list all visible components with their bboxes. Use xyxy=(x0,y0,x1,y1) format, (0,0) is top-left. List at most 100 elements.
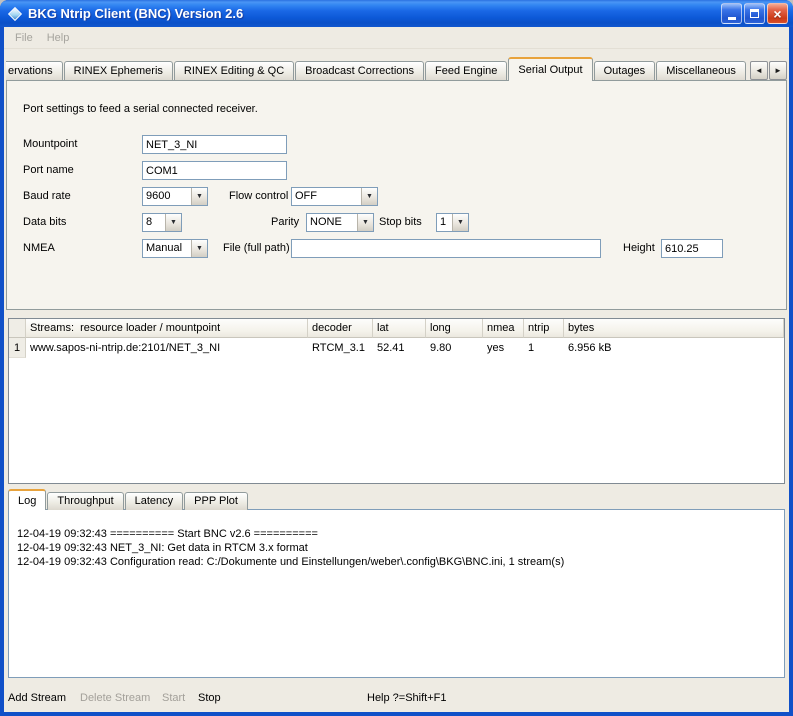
maximize-button[interactable] xyxy=(744,3,765,24)
tab-scroll-left-button[interactable]: ◄ xyxy=(750,61,768,80)
baud-rate-value: 9600 xyxy=(143,188,191,205)
close-button[interactable]: × xyxy=(767,3,788,24)
table-row[interactable]: 1 www.sapos-ni-ntrip.de:2101/NET_3_NI RT… xyxy=(9,338,784,358)
minimize-icon xyxy=(728,17,736,20)
app-icon[interactable] xyxy=(6,5,23,22)
flow-control-value: OFF xyxy=(292,188,361,205)
flow-control-dropdown-button[interactable]: ▼ xyxy=(361,188,377,205)
bnc-window: BKG Ntrip Client (BNC) Version 2.6 × Fil… xyxy=(0,0,793,716)
serial-output-page: Port settings to feed a serial connected… xyxy=(6,80,787,310)
port-name-label: Port name xyxy=(23,164,74,176)
tab-outages[interactable]: Outages xyxy=(594,61,656,81)
height-label: Height xyxy=(623,242,655,254)
row-number[interactable]: 1 xyxy=(9,338,26,358)
tab-miscellaneous[interactable]: Miscellaneous xyxy=(656,61,746,81)
menu-file[interactable]: File xyxy=(8,29,40,47)
footer: Add Stream Delete Stream Start Stop Help… xyxy=(8,685,785,712)
tab-scroll-buttons: ◄ ► xyxy=(749,61,787,80)
chevron-down-icon: ▼ xyxy=(366,193,373,200)
data-bits-select[interactable]: 8 ▼ xyxy=(142,213,182,232)
minimize-button[interactable] xyxy=(721,3,742,24)
parity-label: Parity xyxy=(271,216,299,228)
cell-bytes: 6.956 kB xyxy=(564,338,784,358)
baud-rate-label: Baud rate xyxy=(23,190,71,202)
log-line: 12-04-19 09:32:43 ========== Start BNC v… xyxy=(17,527,778,541)
arrow-left-icon: ◄ xyxy=(755,66,763,75)
height-input[interactable] xyxy=(661,239,723,258)
tab-throughput[interactable]: Throughput xyxy=(47,492,123,510)
port-name-input[interactable] xyxy=(142,161,287,180)
tab-feed-engine[interactable]: Feed Engine xyxy=(425,61,507,81)
tab-scroll-right-button[interactable]: ► xyxy=(769,61,787,80)
start-button: Start xyxy=(162,692,185,704)
parity-select[interactable]: NONE ▼ xyxy=(306,213,374,232)
file-path-input[interactable] xyxy=(291,239,601,258)
flow-control-label: Flow control xyxy=(229,190,288,202)
column-header-mountpoint[interactable]: Streams: resource loader / mountpoint xyxy=(26,319,308,338)
chevron-down-icon: ▼ xyxy=(362,219,369,226)
tab-ppp-plot[interactable]: PPP Plot xyxy=(184,492,248,510)
cell-long: 9.80 xyxy=(426,338,483,358)
main-tab-bar: ervations RINEX Ephemeris RINEX Editing … xyxy=(6,57,787,81)
streams-table: Streams: resource loader / mountpoint de… xyxy=(8,318,785,484)
stop-button[interactable]: Stop xyxy=(198,692,221,704)
cell-lat: 52.41 xyxy=(373,338,426,358)
tab-broadcast-corrections[interactable]: Broadcast Corrections xyxy=(295,61,424,81)
column-header-decoder[interactable]: decoder xyxy=(308,319,373,338)
data-bits-dropdown-button[interactable]: ▼ xyxy=(165,214,181,231)
data-bits-label: Data bits xyxy=(23,216,66,228)
stop-bits-label: Stop bits xyxy=(379,216,422,228)
parity-value: NONE xyxy=(307,214,357,231)
window-title: BKG Ntrip Client (BNC) Version 2.6 xyxy=(28,6,719,21)
stop-bits-dropdown-button[interactable]: ▼ xyxy=(452,214,468,231)
streams-table-header: Streams: resource loader / mountpoint de… xyxy=(9,319,784,338)
nmea-select[interactable]: Manual ▼ xyxy=(142,239,208,258)
menu-help[interactable]: Help xyxy=(40,29,77,47)
baud-rate-select[interactable]: 9600 ▼ xyxy=(142,187,208,206)
bottom-tab-bar: Log Throughput Latency PPP Plot xyxy=(8,489,249,510)
baud-rate-dropdown-button[interactable]: ▼ xyxy=(191,188,207,205)
maximize-icon xyxy=(750,9,759,18)
nmea-dropdown-button[interactable]: ▼ xyxy=(191,240,207,257)
file-path-label: File (full path) xyxy=(223,242,290,254)
parity-dropdown-button[interactable]: ▼ xyxy=(357,214,373,231)
chevron-down-icon: ▼ xyxy=(196,245,203,252)
mountpoint-input[interactable] xyxy=(142,135,287,154)
cell-nmea: yes xyxy=(483,338,524,358)
close-icon: × xyxy=(773,7,781,21)
column-header-long[interactable]: long xyxy=(426,319,483,338)
page-description: Port settings to feed a serial connected… xyxy=(23,103,258,115)
delete-stream-button: Delete Stream xyxy=(80,692,150,704)
flow-control-select[interactable]: OFF ▼ xyxy=(291,187,378,206)
column-header-lat[interactable]: lat xyxy=(373,319,426,338)
cell-ntrip: 1 xyxy=(524,338,564,358)
column-header-nmea[interactable]: nmea xyxy=(483,319,524,338)
tab-log[interactable]: Log xyxy=(8,489,46,510)
chevron-down-icon: ▼ xyxy=(170,219,177,226)
tab-observations[interactable]: ervations xyxy=(6,61,63,81)
tab-rinex-ephemeris[interactable]: RINEX Ephemeris xyxy=(64,61,173,81)
tab-latency[interactable]: Latency xyxy=(125,492,184,510)
stop-bits-value: 1 xyxy=(437,214,452,231)
tab-serial-output[interactable]: Serial Output xyxy=(508,57,592,81)
column-header-ntrip[interactable]: ntrip xyxy=(524,319,564,338)
add-stream-button[interactable]: Add Stream xyxy=(8,692,66,704)
window-body: File Help ervations RINEX Ephemeris RINE… xyxy=(4,27,789,712)
nmea-value: Manual xyxy=(143,240,191,257)
table-corner xyxy=(9,319,26,338)
stop-bits-select[interactable]: 1 ▼ xyxy=(436,213,469,232)
nmea-label: NMEA xyxy=(23,242,55,254)
chevron-down-icon: ▼ xyxy=(196,193,203,200)
chevron-down-icon: ▼ xyxy=(457,219,464,226)
column-header-bytes[interactable]: bytes xyxy=(564,319,784,338)
log-line: 12-04-19 09:32:43 NET_3_NI: Get data in … xyxy=(17,541,778,555)
log-panel[interactable]: 12-04-19 09:32:43 ========== Start BNC v… xyxy=(8,509,785,678)
bnc-logo-icon xyxy=(7,6,21,20)
tab-rinex-editing-qc[interactable]: RINEX Editing & QC xyxy=(174,61,294,81)
cell-mountpoint: www.sapos-ni-ntrip.de:2101/NET_3_NI xyxy=(26,338,308,358)
log-line: 12-04-19 09:32:43 Configuration read: C:… xyxy=(17,555,778,569)
data-bits-value: 8 xyxy=(143,214,165,231)
mountpoint-label: Mountpoint xyxy=(23,138,77,150)
menu-bar: File Help xyxy=(4,27,789,49)
title-bar[interactable]: BKG Ntrip Client (BNC) Version 2.6 × xyxy=(0,0,793,27)
